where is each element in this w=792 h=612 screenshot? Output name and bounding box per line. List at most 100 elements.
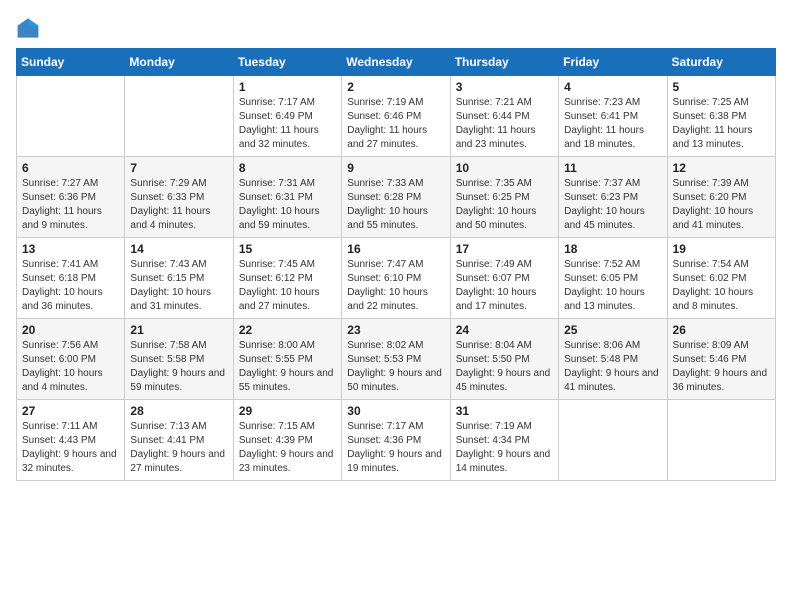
day-number: 30 — [347, 404, 444, 418]
day-info: Sunrise: 7:39 AM Sunset: 6:20 PM Dayligh… — [673, 177, 770, 233]
day-info: Sunrise: 7:21 AM Sunset: 6:44 PM Dayligh… — [456, 96, 553, 152]
calendar-cell: 20Sunrise: 7:56 AM Sunset: 6:00 PM Dayli… — [17, 319, 125, 400]
day-info: Sunrise: 7:15 AM Sunset: 4:39 PM Dayligh… — [239, 420, 336, 476]
day-info: Sunrise: 7:23 AM Sunset: 6:41 PM Dayligh… — [564, 96, 661, 152]
logo — [16, 16, 44, 40]
day-info: Sunrise: 7:31 AM Sunset: 6:31 PM Dayligh… — [239, 177, 336, 233]
day-number: 27 — [22, 404, 119, 418]
calendar-cell: 17 Sunrise: 7:49 AM Sunset: 6:07 PM Dayli… — [450, 238, 558, 319]
calendar-cell — [17, 76, 125, 157]
day-info: Sunrise: 7:43 AM Sunset: 6:15 PM Dayligh… — [130, 258, 227, 314]
calendar-body: 1Sunrise: 7:17 AM Sunset: 6:49 PM Daylig… — [17, 76, 776, 481]
day-number: 19 — [673, 242, 770, 256]
day-number: 12 — [673, 161, 770, 175]
calendar-cell: 10Sunrise: 7:35 AM Sunset: 6:25 PM Dayli… — [450, 157, 558, 238]
calendar-cell — [667, 400, 775, 481]
calendar-cell: 13Sunrise: 7:41 AM Sunset: 6:18 PM Dayli… — [17, 238, 125, 319]
calendar-cell: 19 Sunrise: 7:54 AM Sunset: 6:02 PM Dayli… — [667, 238, 775, 319]
day-number: 20 — [22, 323, 119, 337]
day-info: Sunrise: 7:41 AM Sunset: 6:18 PM Dayligh… — [22, 258, 119, 314]
weekday-header: Wednesday — [342, 49, 450, 76]
day-number: 24 — [456, 323, 553, 337]
day-info: Sunrise: 7:27 AM Sunset: 6:36 PM Dayligh… — [22, 177, 119, 233]
calendar-cell: 31 Sunrise: 7:19 AM Sunset: 4:34 PM Dayli… — [450, 400, 558, 481]
day-number: 9 — [347, 161, 444, 175]
day-info: Sunrise: 7:45 AM Sunset: 6:12 PM Dayligh… — [239, 258, 336, 314]
calendar-cell: 8Sunrise: 7:31 AM Sunset: 6:31 PM Daylig… — [233, 157, 341, 238]
calendar-cell: 4 Sunrise: 7:23 AM Sunset: 6:41 PM Daylig… — [559, 76, 667, 157]
day-number: 23 — [347, 323, 444, 337]
day-info: Sunrise: 7:29 AM Sunset: 6:33 PM Dayligh… — [130, 177, 227, 233]
day-number: 7 — [130, 161, 227, 175]
calendar-cell: 24 Sunrise: 8:04 AM Sunset: 5:50 PM Dayli… — [450, 319, 558, 400]
calendar-cell: 15 Sunrise: 7:45 AM Sunset: 6:12 PM Dayli… — [233, 238, 341, 319]
day-info: Sunrise: 7:54 AM Sunset: 6:02 PM Dayligh… — [673, 258, 770, 314]
day-info: Sunrise: 7:58 AM Sunset: 5:58 PM Dayligh… — [130, 339, 227, 395]
day-number: 26 — [673, 323, 770, 337]
day-info: Sunrise: 7:25 AM Sunset: 6:38 PM Dayligh… — [673, 96, 770, 152]
calendar-cell: 28 Sunrise: 7:13 AM Sunset: 4:41 PM Dayli… — [125, 400, 233, 481]
calendar-cell: 27 Sunrise: 7:11 AM Sunset: 4:43 PM Dayli… — [17, 400, 125, 481]
day-number: 31 — [456, 404, 553, 418]
day-info: Sunrise: 7:33 AM Sunset: 6:28 PM Dayligh… — [347, 177, 444, 233]
header — [16, 16, 776, 40]
day-info: Sunrise: 7:35 AM Sunset: 6:25 PM Dayligh… — [456, 177, 553, 233]
day-number: 6 — [22, 161, 119, 175]
calendar-cell: 22 Sunrise: 8:00 AM Sunset: 5:55 PM Dayli… — [233, 319, 341, 400]
day-number: 2 — [347, 80, 444, 94]
day-info: Sunrise: 7:47 AM Sunset: 6:10 PM Dayligh… — [347, 258, 444, 314]
day-info: Sunrise: 7:19 AM Sunset: 6:46 PM Dayligh… — [347, 96, 444, 152]
weekday-header: Thursday — [450, 49, 558, 76]
day-number: 17 — [456, 242, 553, 256]
calendar-header-row: SundayMondayTuesdayWednesdayThursdayFrid… — [17, 49, 776, 76]
calendar-week-row: 13Sunrise: 7:41 AM Sunset: 6:18 PM Dayli… — [17, 238, 776, 319]
day-number: 22 — [239, 323, 336, 337]
day-info: Sunrise: 8:04 AM Sunset: 5:50 PM Dayligh… — [456, 339, 553, 395]
day-number: 25 — [564, 323, 661, 337]
calendar-week-row: 27 Sunrise: 7:11 AM Sunset: 4:43 PM Dayli… — [17, 400, 776, 481]
day-info: Sunrise: 7:13 AM Sunset: 4:41 PM Dayligh… — [130, 420, 227, 476]
day-info: Sunrise: 8:00 AM Sunset: 5:55 PM Dayligh… — [239, 339, 336, 395]
calendar-cell: 26Sunrise: 8:09 AM Sunset: 5:46 PM Dayli… — [667, 319, 775, 400]
calendar-cell: 14Sunrise: 7:43 AM Sunset: 6:15 PM Dayli… — [125, 238, 233, 319]
calendar-cell — [125, 76, 233, 157]
calendar-cell: 21 Sunrise: 7:58 AM Sunset: 5:58 PM Dayli… — [125, 319, 233, 400]
day-number: 15 — [239, 242, 336, 256]
day-number: 16 — [347, 242, 444, 256]
day-info: Sunrise: 7:19 AM Sunset: 4:34 PM Dayligh… — [456, 420, 553, 476]
weekday-header: Saturday — [667, 49, 775, 76]
day-info: Sunrise: 7:52 AM Sunset: 6:05 PM Dayligh… — [564, 258, 661, 314]
calendar-cell: 18Sunrise: 7:52 AM Sunset: 6:05 PM Dayli… — [559, 238, 667, 319]
calendar-week-row: 1Sunrise: 7:17 AM Sunset: 6:49 PM Daylig… — [17, 76, 776, 157]
calendar-cell: 1Sunrise: 7:17 AM Sunset: 6:49 PM Daylig… — [233, 76, 341, 157]
day-info: Sunrise: 7:17 AM Sunset: 4:36 PM Dayligh… — [347, 420, 444, 476]
day-number: 28 — [130, 404, 227, 418]
weekday-header: Friday — [559, 49, 667, 76]
day-number: 29 — [239, 404, 336, 418]
day-number: 4 — [564, 80, 661, 94]
day-info: Sunrise: 7:17 AM Sunset: 6:49 PM Dayligh… — [239, 96, 336, 152]
day-info: Sunrise: 7:11 AM Sunset: 4:43 PM Dayligh… — [22, 420, 119, 476]
calendar-cell: 25 Sunrise: 8:06 AM Sunset: 5:48 PM Dayli… — [559, 319, 667, 400]
calendar-cell: 5 Sunrise: 7:25 AM Sunset: 6:38 PM Daylig… — [667, 76, 775, 157]
calendar-cell: 29 Sunrise: 7:15 AM Sunset: 4:39 PM Dayli… — [233, 400, 341, 481]
calendar-week-row: 6 Sunrise: 7:27 AM Sunset: 6:36 PM Daylig… — [17, 157, 776, 238]
day-number: 5 — [673, 80, 770, 94]
logo-icon — [16, 16, 40, 40]
day-number: 11 — [564, 161, 661, 175]
calendar-cell — [559, 400, 667, 481]
weekday-header: Tuesday — [233, 49, 341, 76]
day-number: 3 — [456, 80, 553, 94]
calendar-cell: 2 Sunrise: 7:19 AM Sunset: 6:46 PM Daylig… — [342, 76, 450, 157]
day-info: Sunrise: 7:37 AM Sunset: 6:23 PM Dayligh… — [564, 177, 661, 233]
calendar-cell: 3 Sunrise: 7:21 AM Sunset: 6:44 PM Daylig… — [450, 76, 558, 157]
calendar-cell: 11 Sunrise: 7:37 AM Sunset: 6:23 PM Dayli… — [559, 157, 667, 238]
day-info: Sunrise: 7:49 AM Sunset: 6:07 PM Dayligh… — [456, 258, 553, 314]
calendar-week-row: 20Sunrise: 7:56 AM Sunset: 6:00 PM Dayli… — [17, 319, 776, 400]
calendar-cell: 16 Sunrise: 7:47 AM Sunset: 6:10 PM Dayli… — [342, 238, 450, 319]
calendar-cell: 23Sunrise: 8:02 AM Sunset: 5:53 PM Dayli… — [342, 319, 450, 400]
calendar-cell: 30 Sunrise: 7:17 AM Sunset: 4:36 PM Dayli… — [342, 400, 450, 481]
calendar-cell: 12 Sunrise: 7:39 AM Sunset: 6:20 PM Dayli… — [667, 157, 775, 238]
day-number: 21 — [130, 323, 227, 337]
day-info: Sunrise: 8:06 AM Sunset: 5:48 PM Dayligh… — [564, 339, 661, 395]
